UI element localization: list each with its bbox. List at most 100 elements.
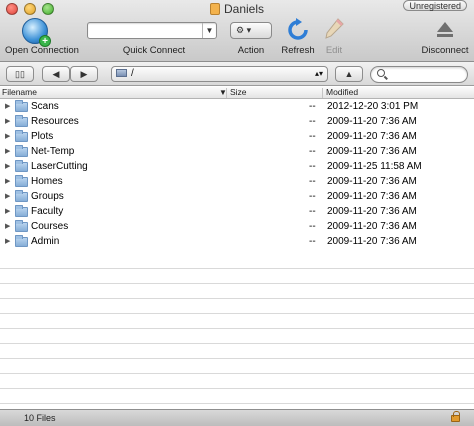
drive-icon [116, 69, 127, 77]
file-name: Courses [31, 221, 69, 232]
disclosure-triangle-icon[interactable]: ▶ [5, 204, 10, 219]
file-size: -- [309, 236, 316, 247]
unregistered-badge[interactable]: Unregistered [403, 0, 467, 11]
file-name: Net-Temp [31, 146, 75, 157]
chevron-down-icon: ▾ [246, 25, 252, 35]
disclosure-triangle-icon[interactable]: ▶ [5, 159, 10, 174]
file-count: 10 Files [24, 413, 56, 423]
file-name: Scans [31, 101, 59, 112]
file-name: Faculty [31, 206, 64, 217]
file-size: -- [309, 116, 316, 127]
list-item[interactable]: ▶ Homes -- 2009-11-20 7:36 AM [0, 174, 474, 189]
file-list: ▶ Scans -- 2012-12-20 3:01 PM ▶ Resource… [0, 99, 474, 409]
disclosure-triangle-icon[interactable]: ▶ [5, 189, 10, 204]
list-item[interactable]: ▶ Net-Temp -- 2009-11-20 7:36 AM [0, 144, 474, 159]
open-connection-button[interactable]: + Open Connection [0, 18, 84, 58]
edit-button[interactable]: Edit [318, 45, 350, 56]
file-size: -- [309, 101, 316, 112]
eject-icon[interactable] [436, 20, 454, 40]
pencil-icon [325, 18, 344, 39]
path-selector[interactable]: / ▴▾ [111, 66, 328, 82]
path-value: / [131, 68, 134, 79]
up-arrow-icon: ▲ [344, 69, 354, 79]
file-modified: 2009-11-20 7:36 AM [327, 116, 417, 127]
refresh-icon[interactable] [286, 18, 310, 42]
folder-icon [15, 190, 28, 202]
action-label: Action [237, 45, 265, 56]
list-item[interactable]: ▶ Courses -- 2009-11-20 7:36 AM [0, 219, 474, 234]
file-name: Admin [31, 236, 60, 247]
bookmarks-button[interactable]: ▯▯ [6, 66, 34, 82]
list-item[interactable]: ▶ Admin -- 2009-11-20 7:36 AM [0, 234, 474, 249]
list-item[interactable]: ▶ Faculty -- 2009-11-20 7:36 AM [0, 204, 474, 219]
folder-icon [15, 205, 28, 217]
disconnect-label: Disconnect [421, 45, 469, 56]
quick-connect-field[interactable]: ▼ [87, 22, 217, 39]
disclosure-triangle-icon[interactable]: ▶ [5, 219, 10, 234]
file-name: Homes [31, 176, 63, 187]
list-item[interactable]: ▶ Scans -- 2012-12-20 3:01 PM [0, 99, 474, 114]
column-header: Filename ▼ Size Modified [0, 87, 474, 99]
folder-icon [15, 235, 28, 247]
action-button[interactable]: ⚙ ▾ [230, 22, 272, 39]
filename-column-header[interactable]: Filename [2, 87, 37, 98]
file-size: -- [309, 176, 316, 187]
disclosure-triangle-icon[interactable]: ▶ [5, 129, 10, 144]
file-modified: 2009-11-20 7:36 AM [327, 176, 417, 187]
file-modified: 2009-11-20 7:36 AM [327, 221, 417, 232]
file-name: Plots [31, 131, 54, 142]
updown-chevron-icon: ▴▾ [314, 69, 323, 78]
list-item[interactable]: ▶ LaserCutting -- 2009-11-25 11:58 AM [0, 159, 474, 174]
column-divider[interactable] [322, 88, 323, 98]
file-size: -- [309, 206, 316, 217]
lock-icon [451, 411, 460, 422]
file-size: -- [309, 221, 316, 232]
disclosure-triangle-icon[interactable]: ▶ [5, 114, 10, 129]
forward-arrow-icon: ▶ [80, 69, 88, 79]
search-input[interactable] [370, 66, 468, 83]
disclosure-triangle-icon[interactable]: ▶ [5, 234, 10, 249]
folder-icon [15, 160, 28, 172]
column-divider[interactable] [226, 88, 227, 98]
list-item[interactable]: ▶ Plots -- 2009-11-20 7:36 AM [0, 129, 474, 144]
file-modified: 2009-11-20 7:36 AM [327, 206, 417, 217]
file-modified: 2012-12-20 3:01 PM [327, 101, 419, 112]
file-size: -- [309, 191, 316, 202]
file-modified: 2009-11-20 7:36 AM [327, 236, 417, 247]
file-name: Groups [31, 191, 64, 202]
folder-icon [15, 175, 28, 187]
back-button[interactable]: ◀ [42, 66, 70, 82]
forward-button[interactable]: ▶ [70, 66, 98, 82]
folder-icon [15, 130, 28, 142]
globe-icon: + [22, 18, 51, 47]
disclosure-triangle-icon[interactable]: ▶ [5, 99, 10, 114]
file-modified: 2009-11-25 11:58 AM [327, 161, 422, 172]
size-column-header[interactable]: Size [230, 87, 247, 98]
modified-column-header[interactable]: Modified [326, 87, 358, 98]
file-size: -- [309, 161, 316, 172]
list-item[interactable]: ▶ Groups -- 2009-11-20 7:36 AM [0, 189, 474, 204]
list-item[interactable]: ▶ Resources -- 2009-11-20 7:36 AM [0, 114, 474, 129]
status-bar: 10 Files [0, 409, 474, 426]
file-size: -- [309, 146, 316, 157]
folder-icon [15, 115, 28, 127]
file-name: LaserCutting [31, 161, 88, 172]
book-icon: ▯▯ [15, 69, 25, 79]
search-icon [377, 69, 385, 77]
file-modified: 2009-11-20 7:36 AM [327, 131, 417, 142]
gear-icon: ⚙ [236, 25, 245, 35]
chevron-down-icon[interactable]: ▼ [202, 23, 216, 38]
file-size: -- [309, 131, 316, 142]
quick-connect-label: Quick Connect [122, 45, 186, 56]
disclosure-triangle-icon[interactable]: ▶ [5, 144, 10, 159]
refresh-label: Refresh [281, 45, 315, 56]
file-name: Resources [31, 116, 79, 127]
file-modified: 2009-11-20 7:36 AM [327, 146, 417, 157]
folder-icon [15, 100, 28, 112]
disclosure-triangle-icon[interactable]: ▶ [5, 174, 10, 189]
parent-directory-button[interactable]: ▲ [335, 66, 363, 82]
back-arrow-icon: ◀ [52, 69, 60, 79]
folder-icon [15, 220, 28, 232]
toolbar: Daniels Unregistered + Open Connection ▼… [0, 0, 474, 62]
open-connection-label: Open Connection [5, 45, 79, 56]
